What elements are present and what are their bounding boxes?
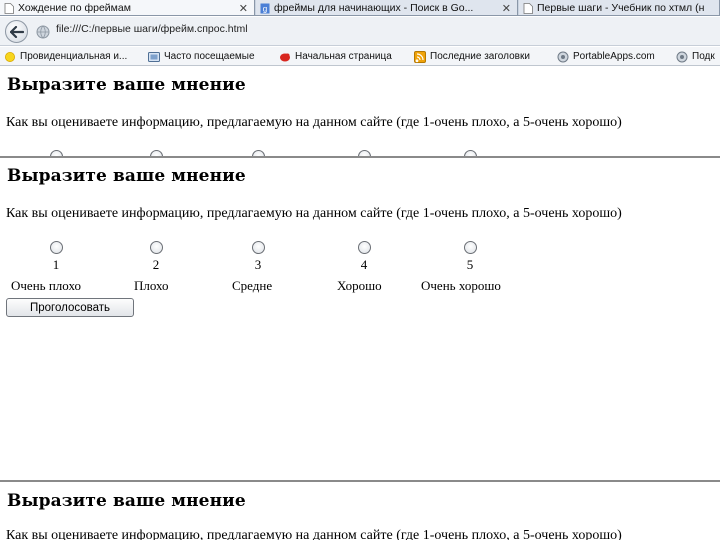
bookmark-label: Часто посещаемые [164, 51, 255, 62]
back-arrow-icon [9, 25, 24, 38]
rating-number-4: 4 [360, 257, 368, 272]
top-frame: Выразите ваше мнение Как вы оцениваете и… [0, 67, 720, 156]
bookmark-item[interactable]: Начальная страница [279, 49, 392, 64]
tab-tutorial[interactable]: Первые шаги - Учебник по хтмл (н [519, 0, 720, 15]
address-bar[interactable]: file:///C:/первые шаги/фрейм.спрос.html [56, 23, 248, 35]
rating-radio-4[interactable] [358, 241, 371, 254]
close-icon[interactable]: ✕ [235, 2, 254, 15]
site-globe-icon [36, 25, 50, 39]
frame-divider[interactable] [0, 480, 720, 482]
bookmark-label: Провиденциальная и... [20, 51, 128, 62]
rating-caption-2: Плохо [134, 278, 169, 293]
bookmark-label: PortableApps.com [573, 51, 655, 62]
bookmark-item[interactable]: Подк [676, 49, 715, 64]
tab-bar: Хождение по фреймам ✕ g фреймы для начин… [0, 0, 720, 16]
bookmark-label: Подк [692, 51, 715, 62]
tab-frames-walk[interactable]: Хождение по фреймам ✕ [0, 0, 255, 15]
folder-icon [148, 51, 160, 62]
tab-title: Первые шаги - Учебник по хтмл (н [537, 2, 705, 14]
globe-icon [557, 51, 569, 62]
rating-caption-4: Хорошо [337, 278, 382, 293]
svg-text:g: g [263, 4, 267, 13]
rating-radio-2[interactable] [150, 241, 163, 254]
bookmark-item[interactable]: PortableApps.com [557, 49, 655, 64]
sun-icon [5, 51, 15, 62]
bookmark-item[interactable]: Часто посещаемые [148, 49, 255, 64]
globe-icon [676, 51, 688, 62]
page-icon [523, 2, 533, 14]
rating-number-5: 5 [466, 257, 474, 272]
navigation-bar: file:///C:/первые шаги/фрейм.спрос.html [0, 17, 720, 46]
bookmarks-toolbar: Провиденциальная и... Часто посещаемые Н… [0, 47, 720, 66]
rating-radio-3[interactable] [252, 241, 265, 254]
rating-caption-3: Средне [232, 278, 273, 293]
rating-number-1: 1 [52, 257, 60, 272]
rating-number-2: 2 [152, 257, 160, 272]
question-text: Как вы оцениваете информацию, предлагаем… [6, 206, 622, 221]
vote-button[interactable]: Проголосовать [6, 298, 134, 317]
page-heading: Выразите ваше мнение [7, 166, 246, 186]
rating-caption-5: Очень хорошо [421, 278, 501, 293]
bookmark-label: Начальная страница [295, 51, 392, 62]
tab-title: фреймы для начинающих - Поиск в Go... [274, 2, 474, 14]
rating-radio-1[interactable] [50, 241, 63, 254]
page-heading: Выразите ваше мнение [7, 75, 246, 95]
page-icon [4, 2, 14, 14]
back-button[interactable] [5, 20, 28, 43]
google-icon: g [260, 3, 270, 13]
rating-number-3: 3 [254, 257, 262, 272]
rss-icon [414, 50, 426, 63]
bookmark-label: Последние заголовки [430, 51, 530, 62]
tab-search[interactable]: g фреймы для начинающих - Поиск в Go... … [256, 0, 518, 15]
rating-caption-1: Очень плохо [11, 278, 81, 293]
question-text: Как вы оцениваете информацию, предлагаем… [6, 528, 622, 540]
red-bird-icon [280, 53, 290, 61]
tab-title: Хождение по фреймам [18, 2, 131, 14]
close-icon[interactable]: ✕ [498, 2, 517, 15]
bookmark-item[interactable]: Провиденциальная и... [4, 49, 127, 64]
rating-radio-5[interactable] [464, 241, 477, 254]
page-heading: Выразите ваше мнение [7, 491, 246, 511]
bookmark-item[interactable]: Последние заголовки [414, 49, 530, 64]
question-text: Как вы оцениваете информацию, предлагаем… [6, 115, 622, 130]
bottom-frame: Выразите ваше мнение Как вы оцениваете и… [0, 483, 720, 540]
middle-frame: Выразите ваше мнение Как вы оцениваете и… [0, 158, 720, 480]
